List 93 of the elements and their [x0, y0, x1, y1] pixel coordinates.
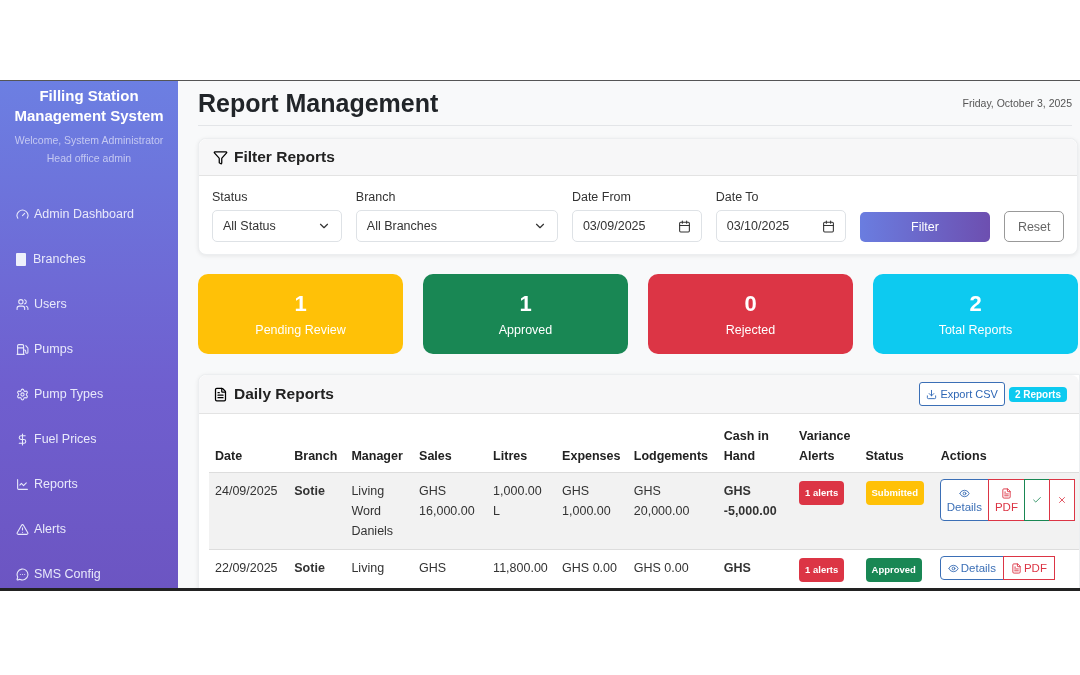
column-header: Litres — [487, 426, 557, 473]
details-button[interactable]: Details — [939, 479, 989, 521]
card-title: Filter Reports — [234, 148, 335, 166]
count-badge: 2 Reports — [1008, 386, 1067, 402]
table-cell: Living — [345, 549, 414, 588]
table-cell: GHS -5,000.00 — [717, 472, 794, 550]
warning-icon — [16, 522, 29, 536]
card-title: Daily Reports — [234, 385, 334, 403]
page-title: Report Management — [198, 88, 439, 118]
table-cell: 11,800.00 — [487, 549, 557, 588]
field-label: Status — [212, 190, 249, 204]
gauge-icon — [16, 207, 29, 221]
filter-icon — [213, 149, 228, 165]
alert-badge: 1 alerts — [799, 558, 845, 582]
select-field[interactable]: All Status — [212, 210, 342, 242]
alert-badge: 1 alerts — [799, 481, 845, 505]
reset-button[interactable]: Reset — [1004, 211, 1064, 242]
table-cell: GHS 0.00 — [627, 549, 718, 588]
stat-label: Rejected — [725, 323, 776, 337]
pdf-button[interactable]: PDF — [1002, 556, 1055, 580]
nav-item[interactable]: SMS Config — [16, 564, 178, 584]
nav-item[interactable]: Fuel Prices — [16, 429, 178, 449]
field-label: Date To — [715, 190, 760, 204]
pdf-button[interactable]: PDF — [987, 479, 1025, 521]
field-label: Date From — [571, 190, 632, 204]
date-field[interactable]: 03/09/2025 — [571, 210, 702, 242]
app-title: Filling Station Management System — [13, 86, 165, 126]
calendar-icon — [677, 219, 691, 233]
status-badge: Submitted — [865, 481, 924, 505]
field-label: Branch — [355, 190, 397, 204]
reject-button[interactable] — [1048, 479, 1075, 521]
approve-button[interactable] — [1023, 479, 1050, 521]
table-cell: 1,000.00 L — [487, 472, 557, 550]
stat-label: Total Reports — [938, 323, 1013, 337]
dollar-icon — [16, 432, 29, 446]
table-cell: GHS 16,000.00 — [413, 472, 488, 550]
table-cell: Sotie — [288, 472, 346, 550]
table-cell: Sotie — [288, 549, 346, 588]
nav-item[interactable]: Reports — [16, 474, 178, 494]
fuel-pump-icon — [16, 342, 29, 356]
column-header: Actions — [934, 426, 1079, 473]
filter-button[interactable]: Filter — [859, 212, 991, 242]
users-icon — [16, 297, 29, 311]
welcome-text: Welcome, System Administrator — [13, 134, 165, 146]
stat-value: 0 — [744, 291, 757, 317]
line-chart-icon — [16, 477, 29, 491]
column-header: Status — [859, 426, 935, 473]
table-cell: GHS 20,000.00 — [627, 472, 718, 550]
nav-item[interactable]: Alerts — [16, 519, 178, 539]
download-icon — [926, 388, 938, 400]
column-header: Expenses — [556, 426, 628, 473]
close-icon — [1056, 495, 1067, 505]
calendar-icon — [821, 219, 835, 233]
table-cell: GHS — [717, 549, 794, 588]
select-field[interactable]: All Branches — [355, 210, 558, 242]
table-cell: Living Word Daniels — [345, 472, 414, 550]
details-button[interactable]: Details — [939, 556, 1004, 580]
status-badge: Approved — [865, 558, 922, 582]
column-header: Branch — [288, 426, 346, 473]
current-date: Friday, October 3, 2025 — [962, 97, 1072, 109]
document-icon — [213, 386, 228, 402]
column-header: Cash in Hand — [717, 426, 794, 473]
nav-item[interactable]: Users — [16, 294, 178, 314]
stat-value: 1 — [294, 291, 307, 317]
table-cell: GHS — [413, 549, 488, 588]
column-header: Variance Alerts — [793, 426, 860, 473]
eye-icon — [947, 562, 959, 574]
table-cell: GHS 1,000.00 — [556, 472, 628, 550]
nav-item[interactable]: Branches — [16, 249, 178, 269]
check-icon — [1031, 495, 1042, 505]
column-header: Sales — [413, 426, 488, 473]
date-field[interactable]: 03/10/2025 — [715, 210, 846, 242]
table-cell: 22/09/2025 — [209, 549, 289, 588]
book-icon — [16, 252, 26, 266]
stat-value: 2 — [969, 291, 982, 317]
table-cell: 24/09/2025 — [209, 472, 289, 550]
column-header: Lodgements — [627, 426, 718, 473]
table-cell: GHS 0.00 — [556, 549, 628, 588]
eye-icon — [958, 487, 970, 499]
stat-value: 1 — [519, 291, 532, 317]
stat-label: Pending Review — [255, 323, 346, 337]
chat-icon — [16, 567, 29, 581]
nav-item[interactable]: Pumps — [16, 339, 178, 359]
column-header: Date — [209, 426, 289, 473]
document-icon — [1000, 487, 1012, 499]
export-button[interactable]: Export CSV — [919, 382, 1005, 406]
gear-icon — [16, 387, 29, 401]
nav-item[interactable]: Admin Dashboard — [16, 204, 178, 224]
column-header: Manager — [345, 426, 414, 473]
stat-label: Approved — [498, 323, 553, 337]
role-text: Head office admin — [45, 152, 133, 164]
nav-item[interactable]: Pump Types — [16, 384, 178, 404]
document-icon — [1010, 562, 1022, 574]
